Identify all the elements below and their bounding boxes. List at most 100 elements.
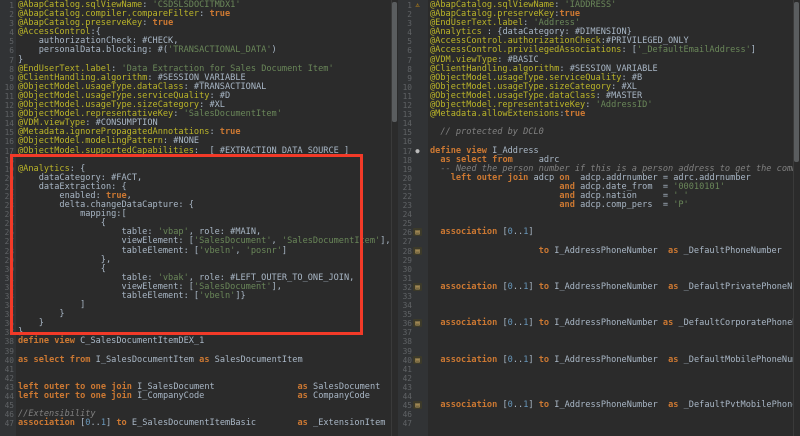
line-number: 16 xyxy=(4,137,14,147)
line-number: 37 xyxy=(402,328,412,338)
line-number: 27 xyxy=(402,237,412,247)
line-number: 34 xyxy=(402,301,412,311)
right-scrollbar-thumb[interactable] xyxy=(794,2,799,162)
note-icon[interactable]: ▤ xyxy=(413,401,422,410)
line-number: 11 xyxy=(402,91,412,101)
note-icon[interactable]: ▤ xyxy=(413,228,422,237)
line-number: 13 xyxy=(4,110,14,120)
line-number: 13 xyxy=(402,110,412,120)
line-number: 30 xyxy=(402,264,412,274)
line-number: 6 xyxy=(407,46,412,56)
code-text: and xyxy=(430,383,800,392)
line-number: 14 xyxy=(402,119,412,129)
right-code-line[interactable]: 47 or xyxy=(398,419,800,428)
line-number: 9 xyxy=(407,73,412,83)
right-code-line[interactable]: 34 xyxy=(398,301,800,310)
code-text: and xyxy=(430,292,800,301)
line-number: 41 xyxy=(4,364,14,374)
line-number: 18 xyxy=(402,155,412,165)
right-code-line[interactable]: 13 @Metadata.allowExtensions:true xyxy=(398,109,800,120)
line-number: 3 xyxy=(9,19,14,29)
line-number: 1 xyxy=(9,1,14,10)
code-text: association [0..1] xyxy=(440,227,534,238)
right-code-line[interactable]: 33 and xyxy=(398,292,800,301)
line-number: 26 xyxy=(402,228,412,238)
line-number: 32 xyxy=(402,282,412,292)
line-number: 3 xyxy=(407,19,412,29)
line-number: 35 xyxy=(402,310,412,320)
line-number: 47 xyxy=(4,419,14,429)
line-number: 39 xyxy=(402,346,412,356)
line-number: 14 xyxy=(4,119,14,129)
line-number: 15 xyxy=(402,128,412,138)
line-number: 10 xyxy=(4,82,14,92)
line-number: 45 xyxy=(402,401,412,411)
left-vertical-scrollbar[interactable] xyxy=(391,0,398,436)
line-number: 12 xyxy=(402,101,412,111)
code-text: @Metadata.allowExtensions:true xyxy=(430,109,586,120)
line-number: 15 xyxy=(4,128,14,138)
highlight-box-analytics-annotation xyxy=(10,154,363,335)
right-code-line[interactable]: 30 and xyxy=(398,265,800,274)
code-text: as select from I_SalesDocumentItem as Sa… xyxy=(18,354,303,365)
line-number: 8 xyxy=(407,64,412,74)
note-icon[interactable]: ▤ xyxy=(413,282,422,291)
line-number: 33 xyxy=(402,292,412,301)
code-text: left outer to one join I_CompanyCode as … xyxy=(18,391,370,402)
note-icon[interactable]: ▤ xyxy=(413,246,422,255)
code-text: and adcp.comp_pers = 'P' xyxy=(559,200,689,211)
right-vertical-scrollbar[interactable] xyxy=(793,0,800,436)
fold-dot-icon[interactable]: ● xyxy=(413,147,422,155)
line-number: 40 xyxy=(402,355,412,365)
right-code-line[interactable]: 15 // protected by DCL0 xyxy=(398,127,800,138)
line-number: 42 xyxy=(4,373,14,383)
code-text: association [0..1] to E_SalesDocumentIte… xyxy=(18,418,386,429)
line-number: 39 xyxy=(4,346,14,356)
note-icon[interactable]: ▤ xyxy=(413,355,422,364)
line-number: 4 xyxy=(407,28,412,38)
line-number: 1 xyxy=(407,1,412,10)
line-number: 20 xyxy=(402,173,412,183)
warning-icon[interactable]: ⚠ xyxy=(413,1,422,9)
line-number: 11 xyxy=(4,91,14,101)
line-number: 43 xyxy=(4,382,14,392)
right-code-line[interactable]: 23 and adcp.comp_pers = 'P' xyxy=(398,200,800,211)
line-number: 44 xyxy=(402,392,412,402)
line-number: 42 xyxy=(402,373,412,383)
left-scrollbar-thumb[interactable] xyxy=(392,2,397,122)
line-number: 31 xyxy=(402,273,412,283)
left-code-line[interactable]: 44 left outer to one join I_CompanyCode a… xyxy=(0,391,398,402)
line-number: 23 xyxy=(402,201,412,211)
left-code-line[interactable]: 40 as select from I_SalesDocumentItem as … xyxy=(0,354,398,365)
right-code-lines: 1 @AbapCatalog.sqlViewName: 'IADDRESS' ⚠ 2 @… xyxy=(398,0,800,428)
line-number: 47 xyxy=(402,419,412,429)
code-text: and xyxy=(430,328,800,337)
line-number: 17 xyxy=(402,146,412,156)
right-code-line[interactable]: 26 association [0..1] ▤ xyxy=(398,227,800,238)
left-code-line[interactable]: 6 personalData.blocking: #('TRANSACTIONA… xyxy=(0,46,398,56)
left-code-line[interactable]: 38 define view C_SalesDocumentItemDEX_1 xyxy=(0,336,398,347)
code-text: // protected by DCL0 xyxy=(430,127,544,138)
line-number: 29 xyxy=(402,255,412,265)
line-number: 10 xyxy=(402,82,412,92)
right-code-line[interactable]: 37 and xyxy=(398,328,800,337)
code-text: and xyxy=(430,265,800,274)
note-icon[interactable]: ▤ xyxy=(413,319,422,328)
code-text: define view C_SalesDocumentItemDEX_1 xyxy=(18,336,205,347)
right-code-line[interactable]: 38 xyxy=(398,337,800,346)
line-number: 7 xyxy=(9,55,14,65)
left-code-line[interactable]: 41 xyxy=(0,365,398,374)
right-code-editor[interactable]: 1 @AbapCatalog.sqlViewName: 'IADDRESS' ⚠ 2 @… xyxy=(398,0,800,436)
line-number: 46 xyxy=(402,410,412,420)
line-number: 12 xyxy=(4,101,14,111)
right-code-line[interactable]: 24 xyxy=(398,210,800,219)
right-code-line[interactable]: 43 and xyxy=(398,383,800,392)
line-number: 45 xyxy=(4,401,14,411)
line-number: 24 xyxy=(402,210,412,220)
line-number: 8 xyxy=(9,64,14,74)
line-number: 7 xyxy=(407,55,412,65)
line-number: 19 xyxy=(402,164,412,174)
left-code-editor[interactable]: 1 @AbapCatalog.sqlViewName: 'CSDSLSDOCITM… xyxy=(0,0,398,436)
line-number: 6 xyxy=(9,46,14,56)
left-code-line[interactable]: 47 association [0..1] to E_SalesDocumentI… xyxy=(0,418,398,429)
